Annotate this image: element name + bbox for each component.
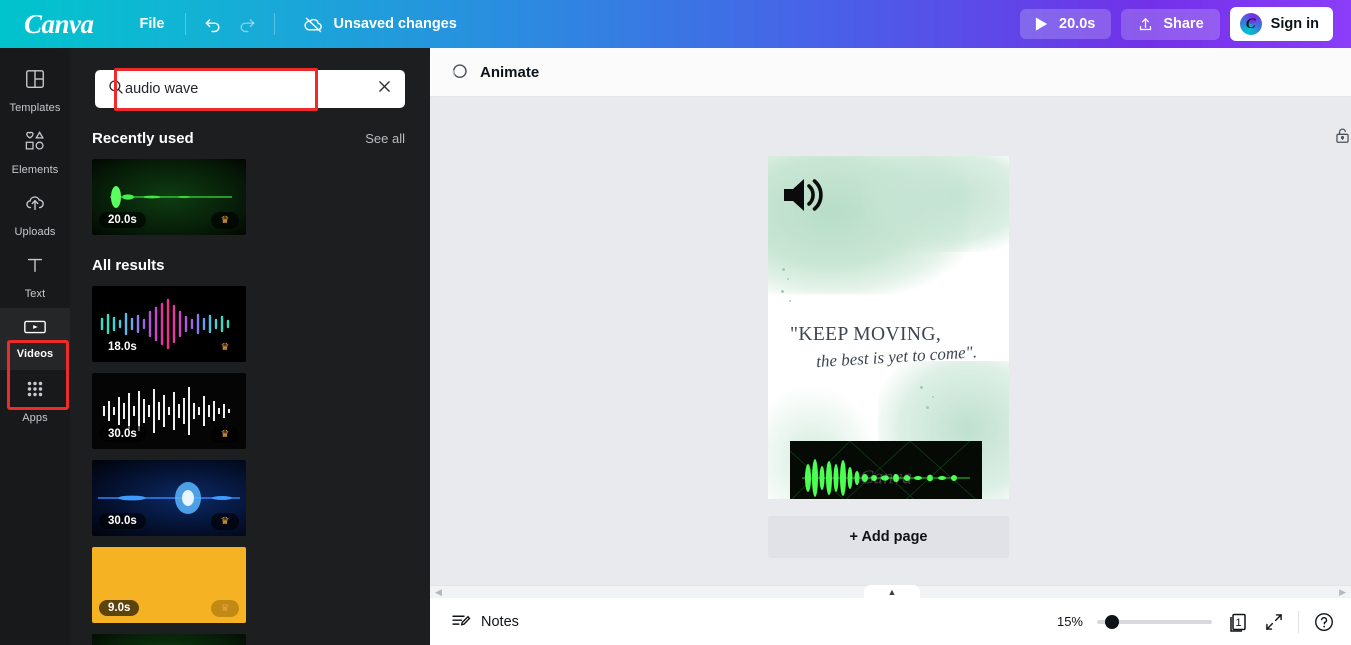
search-icon	[107, 78, 125, 101]
sidebar-item-apps[interactable]: Apps	[0, 370, 70, 432]
animate-button-label[interactable]: Animate	[480, 64, 539, 81]
caret-left-icon[interactable]: ◀	[435, 587, 442, 598]
canva-logo[interactable]: Canva	[24, 9, 94, 40]
sidebar-item-elements[interactable]: Elements	[0, 122, 70, 184]
redo-icon	[237, 14, 257, 34]
all-results-grid: 18.0s ♛ 30.0s ♛ 30.0s ♛ 9.0s ♛	[70, 286, 430, 645]
elements-icon	[23, 130, 47, 157]
play-icon	[1034, 16, 1049, 32]
canva-watermark: Canva	[859, 466, 913, 488]
play-preview-button[interactable]: 20.0s	[1020, 9, 1112, 39]
editor-area: Animate "KEEP MOVING, the best is yet to…	[430, 48, 1351, 645]
share-button[interactable]: Share	[1121, 8, 1220, 40]
page-number-label: 1	[1235, 616, 1242, 629]
video-thumbnail[interactable]: 30.0s ♛	[92, 373, 246, 449]
cloud-slash-icon	[303, 14, 324, 35]
save-status-label: Unsaved changes	[333, 16, 457, 32]
bottom-bar: Notes 15% 1	[430, 598, 1351, 645]
redo-button[interactable]	[230, 7, 264, 41]
pro-crown-icon: ♛	[211, 339, 239, 356]
audio-wave-video-element[interactable]: Canva	[790, 441, 982, 499]
pro-crown-icon: ♛	[211, 513, 239, 530]
search-bar[interactable]	[95, 70, 405, 108]
sidebar-item-uploads[interactable]: Uploads	[0, 184, 70, 246]
sidebar-item-templates[interactable]: Templates	[0, 60, 70, 122]
timeline-expand-handle[interactable]: ▲	[864, 585, 920, 598]
caret-right-icon[interactable]: ▶	[1339, 587, 1346, 598]
duration-badge: 18.0s	[99, 339, 146, 355]
pro-crown-icon: ♛	[211, 426, 239, 443]
editor-toolbar: Animate	[430, 48, 1351, 97]
undo-button[interactable]	[196, 7, 230, 41]
page-count-icon[interactable]: 1	[1226, 610, 1250, 634]
header-divider	[184, 13, 186, 35]
top-header: Canva File Unsaved changes 20.0s Share C…	[0, 0, 1351, 48]
recently-used-header: Recently used See all	[92, 130, 405, 147]
notes-label: Notes	[481, 613, 519, 630]
zoom-slider[interactable]	[1097, 614, 1212, 629]
header-divider-2	[273, 13, 275, 35]
speaker-volume-icon[interactable]	[780, 174, 828, 221]
left-rail: Templates Elements Uploads Text Videos A…	[0, 48, 70, 645]
zoom-slider-handle[interactable]	[1105, 614, 1119, 629]
zoom-controls: 15% 1	[1049, 610, 1335, 634]
duration-label: 20.0s	[1059, 16, 1096, 32]
video-thumbnail[interactable]: 20.0s ♛	[92, 634, 246, 645]
video-thumbnail[interactable]: 9.0s ♛	[92, 547, 246, 623]
close-icon[interactable]	[376, 78, 393, 100]
animate-circle-icon	[448, 62, 469, 83]
search-input[interactable]	[107, 81, 376, 97]
zoom-level-label: 15%	[1056, 614, 1083, 629]
apps-grid-icon	[24, 378, 46, 405]
bottom-divider	[1298, 610, 1299, 633]
sidebar-label-apps: Apps	[22, 412, 48, 424]
sidebar-item-videos[interactable]: Videos	[0, 308, 70, 370]
sign-in-button[interactable]: C Sign in	[1229, 7, 1333, 41]
duration-badge: 30.0s	[99, 426, 146, 442]
share-label: Share	[1163, 16, 1204, 32]
undo-icon	[203, 14, 223, 34]
sidebar-label-text: Text	[24, 288, 46, 300]
recently-used-grid: 20.0s ♛	[70, 159, 430, 235]
chevron-up-icon: ▲	[887, 586, 897, 597]
pro-crown-icon: ♛	[211, 600, 239, 617]
sidebar-label-elements: Elements	[11, 164, 59, 176]
videos-search-panel: Recently used See all 20.0s ♛ All result…	[70, 48, 430, 645]
recently-used-title: Recently used	[92, 130, 194, 147]
video-thumbnail[interactable]: 18.0s ♛	[92, 286, 246, 362]
duration-badge: 9.0s	[99, 600, 140, 616]
share-upload-icon	[1137, 16, 1154, 33]
canva-mark-icon: C	[1239, 13, 1262, 35]
notes-button[interactable]: Notes	[450, 611, 519, 632]
sidebar-label-templates: Templates	[9, 102, 61, 114]
save-status[interactable]: Unsaved changes	[293, 8, 467, 41]
lock-icon[interactable]	[1333, 126, 1351, 145]
notes-icon	[450, 611, 471, 632]
help-icon[interactable]	[1313, 611, 1335, 633]
file-menu-button[interactable]: File	[130, 10, 175, 38]
expand-icon[interactable]	[1264, 612, 1284, 632]
templates-icon	[24, 68, 46, 95]
sidebar-label-uploads: Uploads	[14, 226, 56, 238]
sidebar-item-text[interactable]: Text	[0, 246, 70, 308]
all-results-title: All results	[92, 257, 165, 274]
video-thumbnail[interactable]: 20.0s ♛	[92, 159, 246, 235]
video-thumbnail[interactable]: 30.0s ♛	[92, 460, 246, 536]
sidebar-label-videos: Videos	[16, 348, 54, 360]
duration-badge: 30.0s	[99, 513, 146, 529]
pro-crown-icon: ♛	[211, 212, 239, 229]
videos-icon	[23, 318, 47, 341]
header-actions: 20.0s Share C Sign in	[1020, 7, 1333, 41]
sign-in-label: Sign in	[1270, 16, 1319, 32]
text-icon	[24, 254, 46, 281]
see-all-link[interactable]: See all	[365, 131, 405, 146]
watercolor-splash	[863, 156, 1009, 252]
page-tools	[1333, 126, 1351, 145]
design-page[interactable]: "KEEP MOVING, the best is yet to come".	[768, 156, 1009, 499]
canva-editor-window: Canva File Unsaved changes 20.0s Share C…	[0, 0, 1351, 645]
add-page-button[interactable]: + Add page	[768, 516, 1009, 558]
uploads-cloud-icon	[23, 192, 47, 219]
duration-badge: 20.0s	[99, 212, 146, 228]
